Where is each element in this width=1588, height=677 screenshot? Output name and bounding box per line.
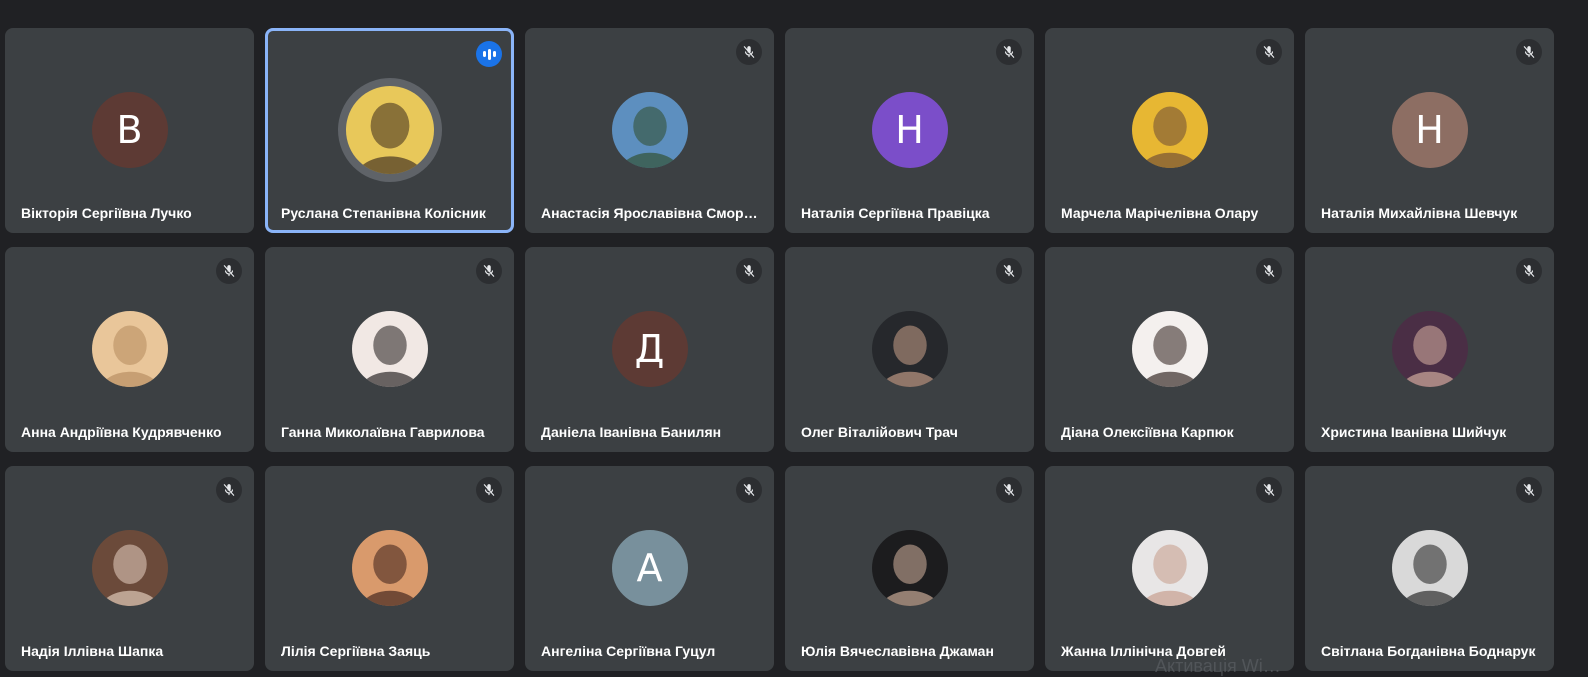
mic-off-icon	[736, 258, 762, 284]
avatar-container	[1391, 311, 1468, 387]
participant-photo	[1131, 311, 1208, 387]
participant-photo	[611, 92, 688, 168]
avatar-container: Н	[1391, 92, 1468, 168]
avatar-container	[91, 311, 168, 387]
mic-off-icon	[476, 258, 502, 284]
mic-off-icon	[1516, 477, 1542, 503]
avatar-container	[91, 530, 168, 606]
participant-tile[interactable]: Н Наталія Михайлівна Шевчук	[1305, 28, 1554, 233]
avatar-container	[871, 530, 948, 606]
participant-tile[interactable]: Жанна Іллінічна Довгей	[1045, 466, 1294, 671]
participant-tile[interactable]: Ганна Миколаївна Гаврилова	[265, 247, 514, 452]
participant-photo	[351, 530, 428, 606]
participant-tile[interactable]: Н Наталія Сергіївна Правіцка	[785, 28, 1034, 233]
mic-off-icon	[1516, 258, 1542, 284]
avatar-container	[1131, 92, 1208, 168]
participant-name: Даніела Іванівна Банилян	[541, 424, 722, 440]
avatar-initial: Н	[1391, 92, 1468, 168]
participant-name: Наталія Михайлівна Шевчук	[1321, 205, 1518, 221]
participant-photo	[1391, 530, 1468, 606]
participant-grid: В Вікторія Сергіївна Лучко Руслана Степані…	[5, 28, 1583, 671]
participant-name: Анастасія Ярославівна Смор…	[541, 205, 758, 221]
participant-name: Світлана Богданівна Боднарук	[1321, 643, 1536, 659]
speaking-ring	[337, 78, 442, 182]
mic-off-icon	[1256, 39, 1282, 65]
participant-name: Анна Андріївна Кудрявченко	[21, 424, 222, 440]
participant-name: Надія Іллівна Шапка	[21, 643, 164, 659]
mic-off-icon	[736, 477, 762, 503]
participant-name: Наталія Сергіївна Правіцка	[801, 205, 990, 221]
avatar-container	[351, 530, 428, 606]
participant-tile[interactable]: Руслана Степанівна Колісник	[265, 28, 514, 233]
mic-off-icon	[476, 477, 502, 503]
participant-tile[interactable]: Лілія Сергіївна Заяць	[265, 466, 514, 671]
participant-name: Ангеліна Сергіївна Гуцул	[541, 643, 716, 659]
avatar-container	[351, 311, 428, 387]
avatar-container: А	[611, 530, 688, 606]
participant-tile[interactable]: Марчела Марічелівна Олару	[1045, 28, 1294, 233]
avatar-initial: Д	[611, 311, 688, 387]
speaking-indicator-icon	[476, 41, 502, 67]
participant-photo	[1131, 530, 1208, 606]
avatar-initial: В	[91, 92, 168, 168]
participant-name: Христина Іванівна Шийчук	[1321, 424, 1507, 440]
participant-photo	[345, 86, 434, 174]
participant-name: Вікторія Сергіївна Лучко	[21, 205, 192, 221]
participant-name: Лілія Сергіївна Заяць	[281, 643, 431, 659]
mic-off-icon	[996, 258, 1022, 284]
avatar-container: Д	[611, 311, 688, 387]
mic-off-icon	[1256, 258, 1282, 284]
avatar-container: Н	[871, 92, 948, 168]
participant-tile[interactable]: Юлія Вячеславівна Джаман	[785, 466, 1034, 671]
participant-photo	[1391, 311, 1468, 387]
participant-photo	[871, 530, 948, 606]
participant-tile[interactable]: В Вікторія Сергіївна Лучко	[5, 28, 254, 233]
participant-tile[interactable]: Світлана Богданівна Боднарук	[1305, 466, 1554, 671]
mic-off-icon	[216, 477, 242, 503]
participant-tile[interactable]: Анастасія Ярославівна Смор…	[525, 28, 774, 233]
participant-name: Ганна Миколаївна Гаврилова	[281, 424, 485, 440]
avatar-container	[611, 92, 688, 168]
mic-off-icon	[996, 39, 1022, 65]
mic-off-icon	[1516, 39, 1542, 65]
participant-tile[interactable]: Д Даніела Іванівна Банилян	[525, 247, 774, 452]
avatar-container	[1131, 530, 1208, 606]
participant-photo	[351, 311, 428, 387]
participant-tile[interactable]: Надія Іллівна Шапка	[5, 466, 254, 671]
mic-off-icon	[736, 39, 762, 65]
participant-photo	[1131, 92, 1208, 168]
participant-name: Діана Олексіївна Карпюк	[1061, 424, 1234, 440]
participant-tile[interactable]: А Ангеліна Сергіївна Гуцул	[525, 466, 774, 671]
mic-off-icon	[216, 258, 242, 284]
mic-off-icon	[1256, 477, 1282, 503]
participant-name: Марчела Марічелівна Олару	[1061, 205, 1259, 221]
participant-tile[interactable]: Олег Віталійович Трач	[785, 247, 1034, 452]
avatar-container: В	[91, 92, 168, 168]
participant-name: Олег Віталійович Трач	[801, 424, 958, 440]
participant-photo	[91, 311, 168, 387]
participant-photo	[91, 530, 168, 606]
participant-photo	[871, 311, 948, 387]
avatar-initial: Н	[871, 92, 948, 168]
participant-tile[interactable]: Діана Олексіївна Карпюк	[1045, 247, 1294, 452]
avatar-container	[1391, 530, 1468, 606]
avatar-container	[871, 311, 948, 387]
participant-tile[interactable]: Христина Іванівна Шийчук	[1305, 247, 1554, 452]
mic-off-icon	[996, 477, 1022, 503]
participant-name: Руслана Степанівна Колісник	[281, 205, 486, 221]
participant-name: Юлія Вячеславівна Джаман	[801, 643, 994, 659]
avatar-container	[1131, 311, 1208, 387]
avatar-initial: А	[611, 530, 688, 606]
windows-activation-watermark: Активація Wi…	[1155, 656, 1281, 676]
participant-tile[interactable]: Анна Андріївна Кудрявченко	[5, 247, 254, 452]
